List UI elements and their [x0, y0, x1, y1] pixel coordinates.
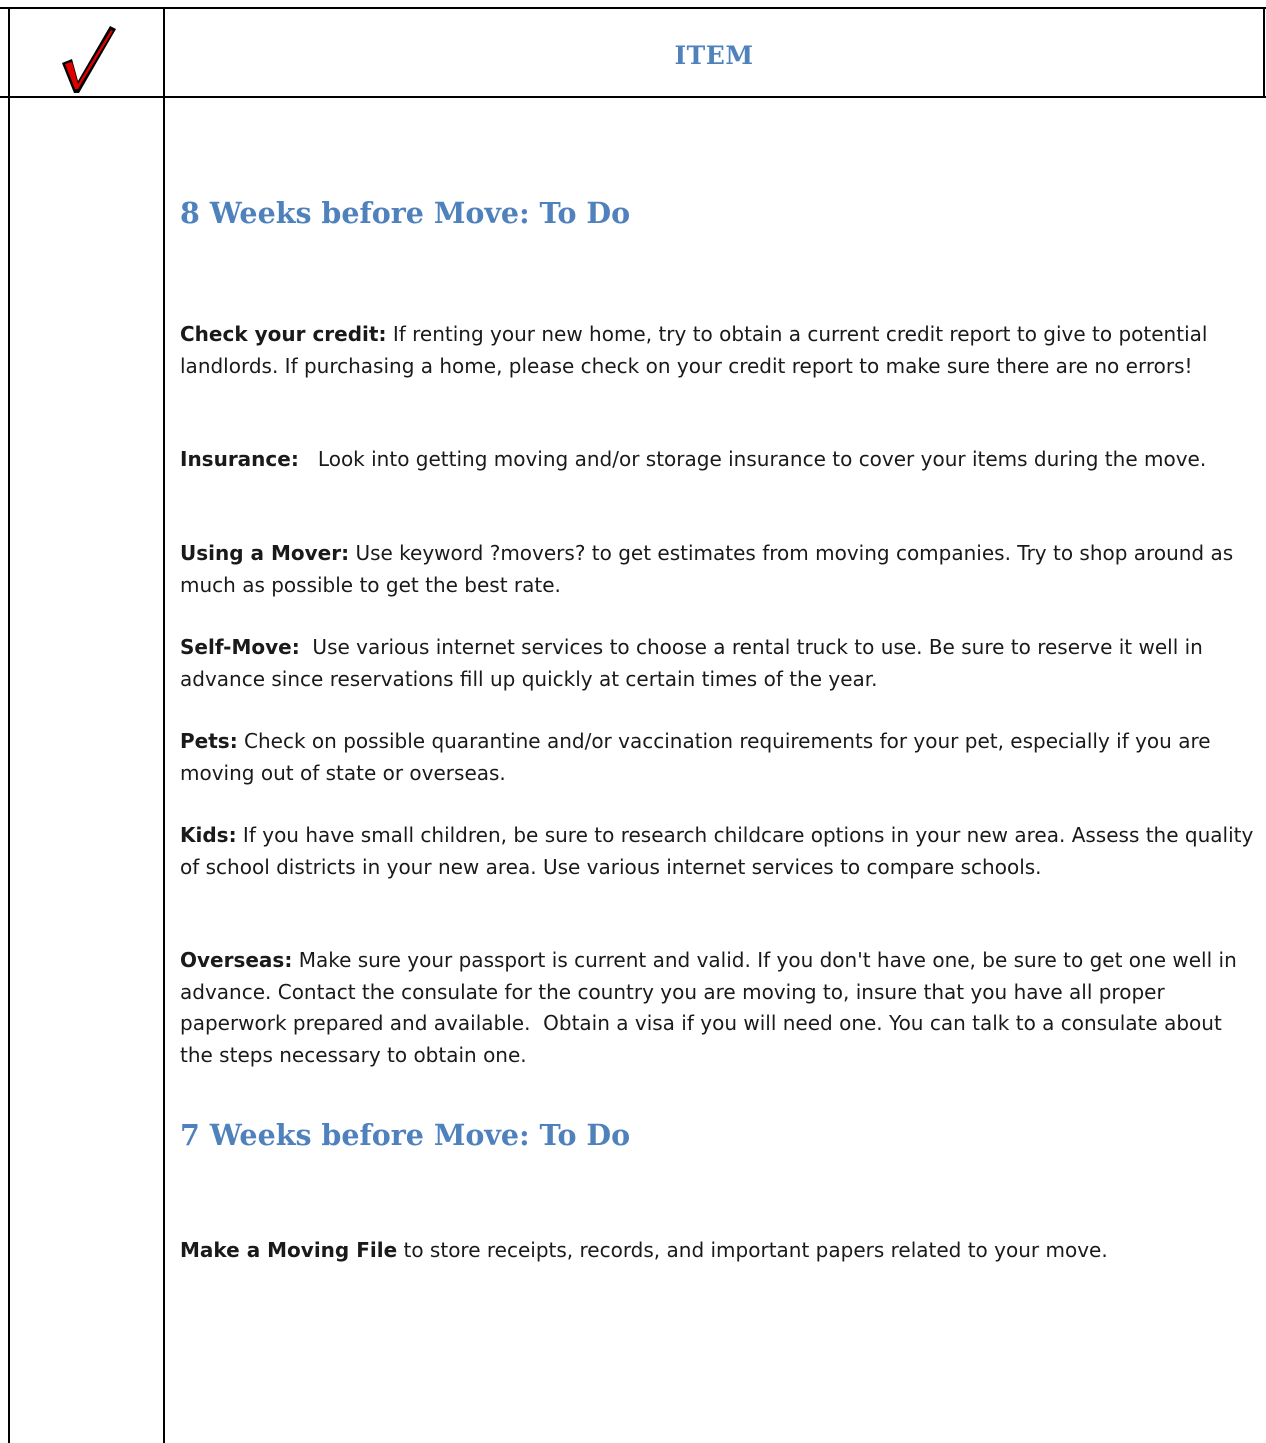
item-label: Self-Move:: [180, 635, 300, 659]
item-text: If you have small children, be sure to r…: [180, 823, 1254, 879]
item-label: Pets:: [180, 729, 238, 753]
column-title: ITEM: [674, 41, 754, 70]
item-label: Overseas:: [180, 948, 293, 972]
item-text: to store receipts, records, and importan…: [397, 1238, 1108, 1262]
list-item: Pets: Check on possible quarantine and/o…: [180, 726, 1255, 789]
list-item: Self-Move: Use various internet services…: [180, 632, 1255, 695]
item-text: Look into getting moving and/or storage …: [298, 447, 1207, 471]
table-border-left: [8, 7, 10, 1443]
item-text: Make sure your passport is current and v…: [180, 948, 1244, 1067]
list-item: Kids: If you have small children, be sur…: [180, 820, 1255, 883]
list-item: Overseas: Make sure your passport is cur…: [180, 945, 1255, 1071]
list-item: Make a Moving File to store receipts, re…: [180, 1235, 1255, 1267]
checklist-table: ITEM 8 Weeks before Move: To Do Check yo…: [0, 0, 1266, 1443]
item-label: Insurance:: [180, 447, 299, 471]
table-border-right: [1263, 7, 1265, 97]
list-item: Check your credit: If renting your new h…: [180, 319, 1255, 382]
item-text: Use various internet services to choose …: [180, 635, 1210, 691]
item-label: Make a Moving File: [180, 1238, 398, 1262]
item-label: Kids:: [180, 823, 237, 847]
red-checkmark-icon: [62, 26, 116, 93]
item-text: Check on possible quarantine and/or vacc…: [180, 729, 1211, 785]
table-header-divider: [0, 96, 1266, 98]
list-item: Insurance: Look into getting moving and/…: [180, 444, 1255, 476]
list-item: Using a Mover: Use keyword ?movers? to g…: [180, 538, 1255, 601]
section-heading-7-weeks: 7 Weeks before Move: To Do: [180, 1118, 631, 1152]
section-heading-8-weeks: 8 Weeks before Move: To Do: [180, 196, 631, 230]
item-header-cell: ITEM: [165, 9, 1263, 96]
item-label: Using a Mover:: [180, 541, 350, 565]
item-label: Check your credit:: [180, 322, 387, 346]
table-column-divider: [163, 7, 165, 1443]
checkmark-header-cell: [10, 9, 163, 96]
